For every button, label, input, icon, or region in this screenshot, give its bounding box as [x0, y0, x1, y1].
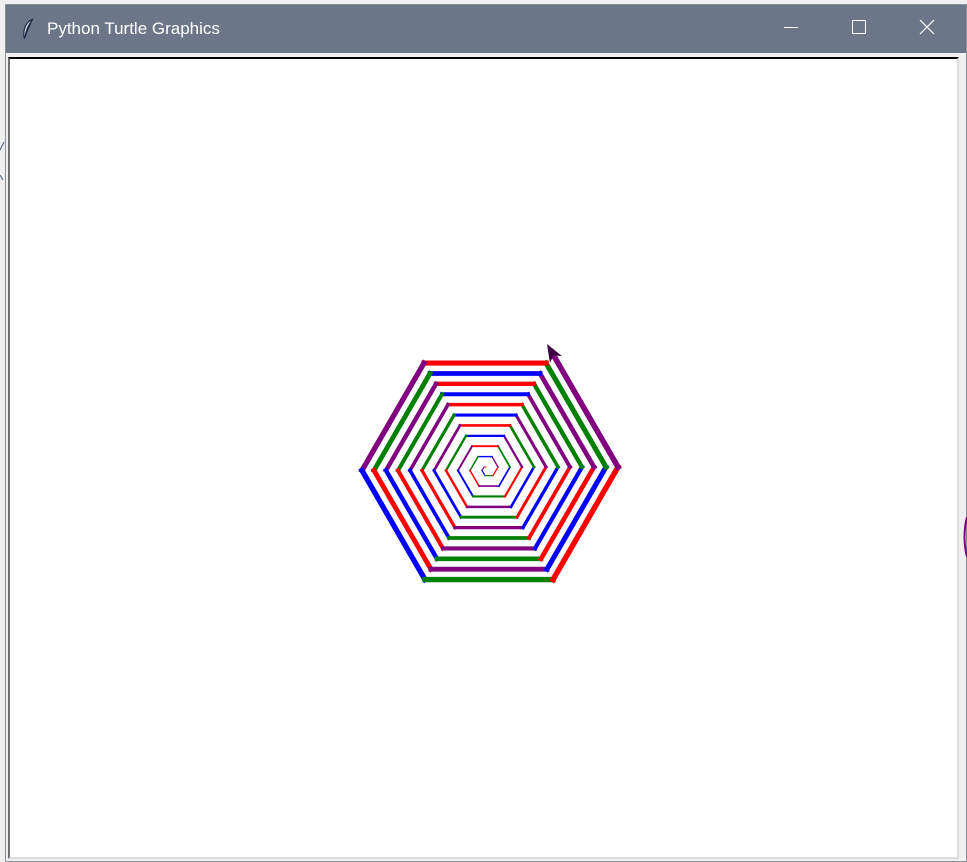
- spiral-segment: [456, 444, 474, 472]
- spiral-segment: [395, 391, 445, 474]
- background-window-edge: [963, 516, 967, 558]
- spiral-segment: [370, 467, 435, 573]
- close-button[interactable]: [895, 5, 959, 53]
- spiral-path: [358, 348, 622, 584]
- maximize-button[interactable]: [827, 5, 891, 53]
- close-icon: [919, 19, 935, 40]
- spiral-segment: [432, 468, 463, 520]
- spiral-segment: [468, 455, 480, 472]
- window-title: Python Turtle Graphics: [47, 19, 220, 38]
- spiral-segment: [444, 468, 469, 509]
- minimize-button[interactable]: [759, 5, 823, 53]
- spiral-segment: [456, 469, 475, 498]
- turtle-canvas[interactable]: [8, 57, 959, 859]
- turtle-window: Python Turtle Graphics: [5, 4, 967, 862]
- title-bar[interactable]: Python Turtle Graphics: [6, 5, 966, 53]
- spiral-segment: [468, 469, 481, 488]
- spiral-segment: [543, 463, 610, 573]
- feather-icon: [20, 18, 36, 40]
- maximize-icon: [851, 19, 867, 40]
- spiral-segment: [444, 434, 468, 473]
- spiral-segment: [509, 465, 536, 509]
- spiral-segment: [542, 359, 610, 471]
- spiral-segment: [496, 445, 512, 469]
- spiral-segment: [497, 465, 512, 488]
- spiral-segment: [491, 455, 499, 468]
- spiral-segment: [370, 370, 434, 474]
- spiral-segment: [508, 423, 536, 469]
- minimize-icon: [783, 19, 799, 40]
- background-window-edge: [0, 141, 5, 181]
- spiral-segment: [525, 391, 573, 470]
- spiral-segment: [395, 467, 446, 552]
- spiral-segment: [481, 469, 486, 477]
- spiral-segment: [492, 466, 499, 477]
- spiral-segment: [432, 423, 462, 473]
- spiral-drawing: [358, 344, 622, 584]
